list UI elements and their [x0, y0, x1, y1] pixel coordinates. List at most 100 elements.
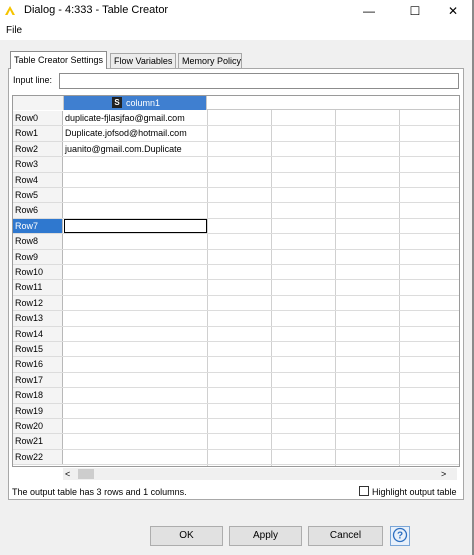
table-row[interactable]: Row7	[13, 218, 459, 235]
window-title: Dialog - 4:333 - Table Creator	[24, 4, 169, 16]
row-header[interactable]: Row13	[13, 311, 63, 326]
table-cell[interactable]	[64, 450, 207, 464]
table-row[interactable]: Row5	[13, 188, 459, 204]
status-message: The output table has 3 rows and 1 column…	[12, 487, 187, 497]
settings-panel: Input line: S column1 Row0 duplicate-fjla…	[8, 68, 464, 500]
row-header[interactable]: Row22	[13, 449, 63, 465]
row-header[interactable]: Row16	[13, 357, 63, 372]
row-header[interactable]: Row8	[13, 234, 63, 249]
table-row[interactable]: Row4	[13, 172, 459, 188]
table-cell[interactable]	[64, 357, 207, 371]
cancel-button[interactable]: Cancel	[308, 526, 383, 546]
table-row[interactable]: Row11	[13, 280, 459, 296]
table-cell[interactable]: Duplicate.jofsod@hotmail.com	[64, 126, 207, 140]
table-row[interactable]: Row3	[13, 157, 459, 173]
table-cell[interactable]	[64, 419, 207, 433]
table-cell[interactable]	[64, 296, 207, 310]
svg-text:?: ?	[397, 531, 403, 542]
table-cell[interactable]	[64, 157, 207, 171]
table-cell[interactable]	[64, 404, 207, 418]
table-row[interactable]: Row10	[13, 265, 459, 281]
table-cell[interactable]	[64, 188, 207, 202]
table-cell[interactable]	[64, 388, 207, 402]
menu-bar: File	[0, 22, 472, 40]
menu-file[interactable]: File	[6, 25, 22, 36]
table-cell[interactable]	[64, 373, 207, 387]
table-cell[interactable]	[64, 280, 207, 294]
highlight-output-label: Highlight output table	[372, 487, 457, 497]
column-header-column1[interactable]: S column1	[64, 96, 207, 110]
row-header[interactable]: Row21	[13, 434, 63, 449]
table-row[interactable]: Row14	[13, 326, 459, 342]
row-header[interactable]: Row15	[13, 342, 63, 357]
table-row[interactable]: Row16	[13, 357, 459, 373]
row-header[interactable]: Row14	[13, 326, 63, 341]
row-header[interactable]: Row2	[13, 141, 63, 157]
row-header[interactable]: Row19	[13, 403, 63, 418]
row-header[interactable]: Row3	[13, 157, 63, 172]
row-header[interactable]: Row4	[13, 172, 63, 187]
table-row[interactable]: Row6	[13, 203, 459, 219]
table-row[interactable]: Row13	[13, 311, 459, 327]
table-cell[interactable]	[64, 311, 207, 325]
row-header[interactable]: Row11	[13, 280, 63, 295]
table-cell[interactable]: juanito@gmail.com.Duplicate	[64, 142, 207, 156]
tab-flow-variables[interactable]: Flow Variables	[110, 53, 176, 69]
scroll-left-arrow-icon[interactable]: <	[65, 468, 75, 480]
input-line-label: Input line:	[13, 75, 53, 85]
table-cell[interactable]	[64, 203, 207, 217]
table-row[interactable]: Row2 juanito@gmail.com.Duplicate	[13, 141, 459, 158]
row-header[interactable]: Row17	[13, 372, 63, 388]
knime-app-icon	[5, 6, 15, 15]
table-cell[interactable]	[64, 265, 207, 279]
column-name: column1	[126, 98, 161, 108]
table-row[interactable]: Row21	[13, 434, 459, 450]
table-row[interactable]: Row15	[13, 342, 459, 358]
scroll-thumb[interactable]	[78, 469, 94, 479]
table-row[interactable]: Row18	[13, 388, 459, 404]
horizontal-scrollbar[interactable]: < >	[63, 468, 457, 480]
table-row[interactable]: Row1 Duplicate.jofsod@hotmail.com	[13, 126, 459, 142]
maximize-button[interactable]: ☐	[398, 0, 432, 22]
data-table: S column1 Row0 duplicate-fjlasjfao@gmail.…	[12, 95, 460, 467]
table-row[interactable]: Row0 duplicate-fjlasjfao@gmail.com	[13, 111, 459, 127]
dialog-window: Dialog - 4:333 - Table Creator — ☐ ✕ Fil…	[0, 0, 474, 555]
tab-table-creator-settings[interactable]: Table Creator Settings	[10, 51, 107, 69]
row-header[interactable]: Row1	[13, 126, 63, 141]
table-cell[interactable]	[64, 173, 207, 187]
table-row[interactable]: Row22	[13, 449, 459, 466]
ok-button[interactable]: OK	[150, 526, 223, 546]
apply-button[interactable]: Apply	[229, 526, 302, 546]
row-header[interactable]: Row6	[13, 203, 63, 218]
row-header[interactable]: Row20	[13, 419, 63, 434]
tab-memory-policy[interactable]: Memory Policy	[178, 53, 242, 69]
table-cell[interactable]	[64, 218, 207, 234]
corner-header	[13, 96, 64, 110]
close-button[interactable]: ✕	[436, 0, 470, 22]
scroll-right-arrow-icon[interactable]: >	[441, 468, 451, 480]
highlight-output-checkbox[interactable]	[359, 486, 369, 496]
row-header[interactable]: Row12	[13, 295, 63, 311]
table-cell[interactable]	[64, 342, 207, 356]
input-line-field[interactable]	[59, 73, 459, 89]
table-cell[interactable]	[64, 327, 207, 341]
table-row[interactable]: Row9	[13, 249, 459, 265]
table-row[interactable]: Row12	[13, 295, 459, 312]
help-circle-icon: ?	[392, 527, 408, 543]
table-cell[interactable]: duplicate-fjlasjfao@gmail.com	[64, 111, 207, 125]
help-icon[interactable]: ?	[390, 526, 410, 546]
row-header[interactable]: Row10	[13, 265, 63, 280]
table-cell[interactable]	[64, 234, 207, 248]
table-cell[interactable]	[64, 250, 207, 264]
row-header[interactable]: Row7	[13, 218, 63, 234]
minimize-button[interactable]: —	[352, 0, 386, 22]
table-row[interactable]: Row8	[13, 234, 459, 250]
row-header[interactable]: Row9	[13, 249, 63, 264]
row-header[interactable]: Row0	[13, 111, 63, 126]
table-row[interactable]: Row20	[13, 419, 459, 435]
table-row[interactable]: Row19	[13, 403, 459, 419]
row-header[interactable]: Row18	[13, 388, 63, 403]
table-row[interactable]: Row17	[13, 372, 459, 389]
table-cell[interactable]	[64, 434, 207, 448]
row-header[interactable]: Row5	[13, 188, 63, 203]
